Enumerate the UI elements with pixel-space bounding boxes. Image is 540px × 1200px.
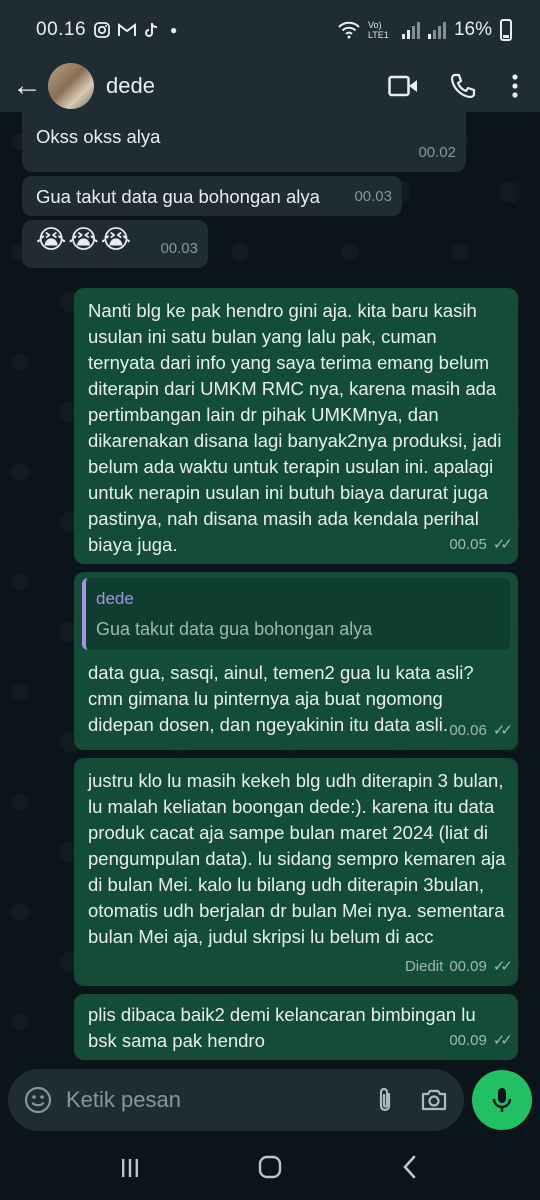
message-text: plis dibaca baik2 demi kelancaran bimbin… (88, 1004, 481, 1051)
quoted-message[interactable]: dede Gua takut data gua bohongan alya (82, 578, 510, 650)
gmail-icon (118, 23, 137, 36)
message-text: Nanti blg ke pak hendro gini aja. kita b… (88, 300, 507, 555)
system-nav-bar (0, 1140, 540, 1200)
message-time: 00.03 (354, 188, 392, 205)
network-label: Vo) LTE1 (367, 20, 389, 40)
message-input[interactable]: Ketik pesan (8, 1069, 464, 1131)
message-outgoing[interactable]: Nanti blg ke pak hendro gini aja. kita b… (74, 288, 518, 564)
attach-icon[interactable] (376, 1086, 394, 1114)
contact-name[interactable]: dede (106, 73, 155, 99)
message-incoming[interactable]: Gua takut data gua bohongan alya 00.03 (22, 176, 402, 216)
emoji-icon[interactable] (24, 1086, 52, 1114)
message-incoming[interactable]: Okss okss alya 00.02 (22, 112, 466, 172)
message-text: data gua, sasqi, ainul, temen2 gua lu ka… (88, 662, 479, 735)
tiktok-icon (145, 22, 158, 37)
double-check-icon: ✓✓ (492, 958, 513, 975)
message-text: Okss okss alya (36, 126, 161, 147)
message-time: 00.02 (418, 144, 456, 161)
wifi-icon (338, 21, 360, 39)
edited-label: Diedit (404, 958, 444, 975)
video-call-icon[interactable] (388, 71, 418, 101)
message-time: 00.03 (160, 240, 198, 257)
message-outgoing[interactable]: plis dibaca baik2 demi kelancaran bimbin… (74, 994, 518, 1060)
battery-icon (500, 19, 512, 41)
message-time: 00.09 (449, 958, 487, 975)
message-incoming[interactable]: 😭😭😭 00.03 (22, 220, 208, 268)
message-time: 00.09 (449, 1032, 487, 1049)
quoted-sender: dede (96, 589, 134, 608)
status-time: 00.16 (36, 19, 87, 40)
message-outgoing-reply[interactable]: dede Gua takut data gua bohongan alya da… (74, 572, 518, 750)
voice-call-icon[interactable] (448, 71, 478, 101)
mic-icon (492, 1088, 512, 1112)
message-time: 00.05 (449, 536, 487, 553)
signal-2-icon (427, 21, 446, 39)
message-input-placeholder: Ketik pesan (66, 1087, 181, 1112)
message-outgoing[interactable]: justru klo lu masih kekeh blg udh ditera… (74, 758, 518, 986)
more-icon[interactable] (508, 71, 522, 101)
camera-icon[interactable] (420, 1088, 448, 1112)
home-icon[interactable] (245, 1154, 295, 1187)
double-check-icon: ✓✓ (492, 536, 513, 553)
notification-dot-icon: ● (170, 23, 178, 37)
chat-area[interactable]: Okss okss alya 00.02 Gua takut data gua … (0, 112, 540, 1060)
status-bar: 00.16 ● Vo) LTE1 16% (0, 0, 540, 60)
message-time: 00.06 (449, 722, 487, 739)
quoted-text: Gua takut data gua bohongan alya (96, 619, 373, 639)
composer: Ketik pesan (0, 1060, 540, 1140)
chat-header: ← dede (0, 60, 540, 112)
battery-percent: 16% (453, 19, 492, 40)
recents-icon[interactable] (105, 1155, 155, 1186)
mic-button[interactable] (472, 1070, 532, 1130)
signal-1-icon (401, 21, 420, 39)
instagram-icon (94, 22, 110, 38)
arrow-left-icon[interactable]: ← (12, 71, 46, 101)
double-check-icon: ✓✓ (492, 722, 513, 739)
message-text: justru klo lu masih kekeh blg udh ditera… (88, 770, 511, 947)
double-check-icon: ✓✓ (492, 1032, 513, 1049)
avatar[interactable] (48, 63, 94, 109)
message-text: Gua takut data gua bohongan alya (36, 186, 320, 207)
back-nav-icon[interactable] (385, 1155, 435, 1186)
